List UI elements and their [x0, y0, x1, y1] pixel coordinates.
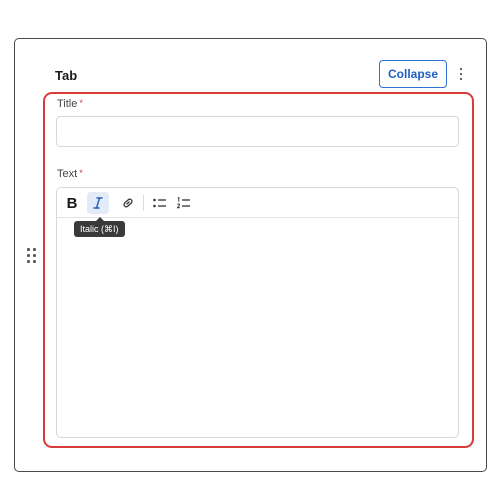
collapse-button[interactable]: Collapse — [379, 60, 447, 88]
fields-highlight-box: Title * Text * B Italic (⌘I) — [43, 92, 474, 448]
kebab-menu-icon[interactable] — [455, 65, 467, 83]
ordered-list-icon — [176, 196, 190, 209]
bullet-list-button[interactable] — [149, 192, 171, 214]
title-input[interactable] — [56, 116, 459, 147]
text-editor-area[interactable] — [57, 219, 458, 437]
bold-button[interactable]: B — [61, 192, 83, 214]
text-label-text: Text — [57, 168, 78, 180]
drag-handle-icon[interactable] — [27, 248, 37, 264]
title-field-label: Title * — [57, 98, 83, 110]
text-field-label: Text * — [57, 168, 83, 180]
card-title: Tab — [55, 68, 78, 83]
link-icon — [123, 198, 133, 208]
rich-text-editor: B Italic (⌘I) — [56, 187, 459, 438]
tab-card: Tab Collapse Title * Text * B Italic (⌘I… — [14, 38, 487, 472]
toolbar-separator — [143, 195, 144, 211]
ordered-list-button[interactable] — [173, 192, 195, 214]
required-marker: * — [79, 168, 83, 178]
italic-icon — [93, 197, 103, 209]
editor-toolbar: B — [57, 188, 458, 218]
bullet-list-icon — [153, 198, 166, 208]
italic-button[interactable] — [87, 192, 109, 214]
title-label-text: Title — [57, 98, 78, 110]
required-marker: * — [79, 98, 83, 108]
link-button[interactable] — [117, 192, 139, 214]
